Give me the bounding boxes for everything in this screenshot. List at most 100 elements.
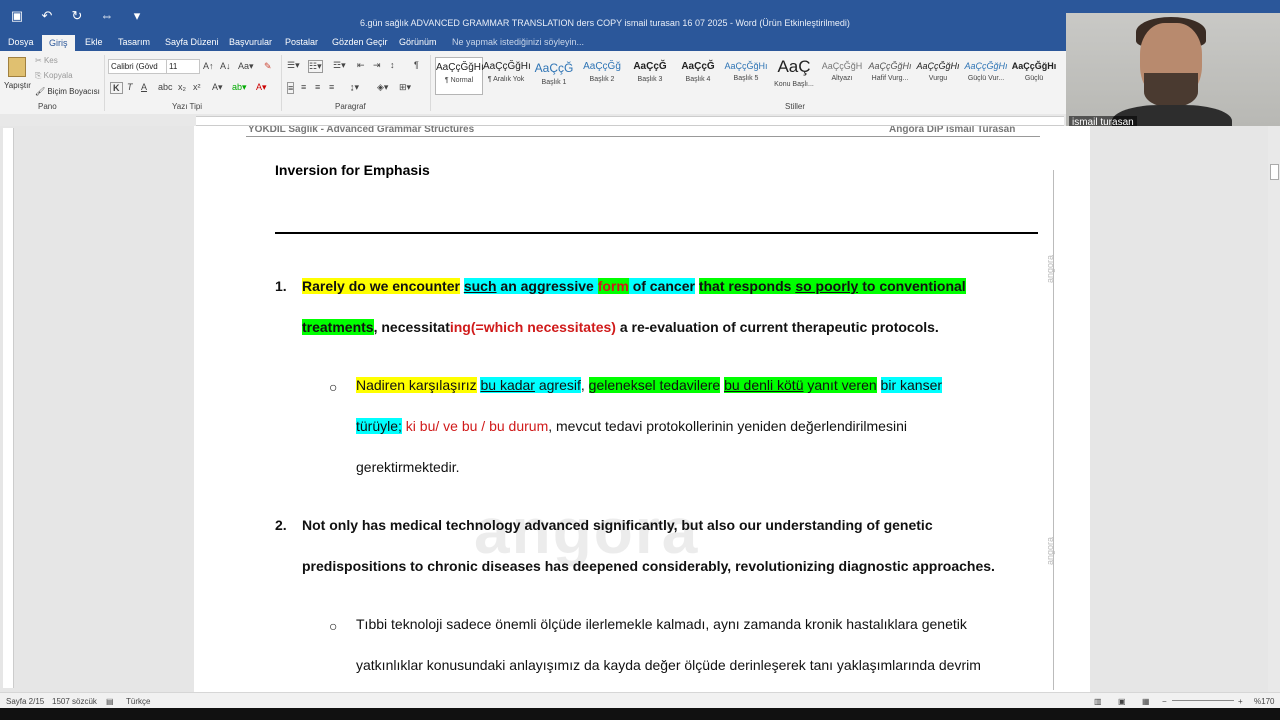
status-bar: Sayfa 2/15 1507 sözcük ▤ Türkçe ▥ ▣ ▦ − … [0, 692, 1280, 709]
quick-access-toolbar: ▣ ↶ ↻ ⇔ ▾ [8, 8, 146, 24]
justify-icon[interactable]: ≡ [329, 82, 334, 92]
change-case-icon[interactable]: Aa▾ [238, 61, 254, 72]
person-beard [1144, 73, 1198, 107]
redo-icon[interactable]: ↻ [68, 8, 86, 24]
style-subtitle[interactable]: AaÇçĞğH Altyazı [819, 57, 865, 93]
style-emphasis[interactable]: AaÇçĞğHı Vurgu [915, 57, 961, 93]
font-size-box[interactable]: 11 [166, 59, 200, 74]
bullet-circle-icon: ○ [329, 618, 338, 634]
sentence-line: Rarely do we encounter such an aggressiv… [302, 278, 966, 294]
group-label-paragraph: Paragraf [335, 102, 366, 111]
strikethrough-icon[interactable]: abc [158, 82, 173, 92]
vertical-scrollbar[interactable] [1268, 126, 1280, 692]
font-name-box[interactable]: Calibri (Gövd [108, 59, 168, 74]
separator [104, 55, 105, 111]
section-title: Inversion for Emphasis [275, 162, 430, 178]
tab-file[interactable]: Dosya [8, 37, 34, 47]
clipboard-icon [8, 57, 26, 77]
web-layout-icon[interactable]: ▦ [1142, 697, 1150, 706]
style-intense-emphasis[interactable]: AaÇçĞğHı Güçlü Vur... [963, 57, 1009, 93]
zoom-level[interactable]: %170 [1254, 697, 1274, 706]
group-label-clipboard: Pano [38, 102, 57, 111]
style-no-spacing[interactable]: AaÇçĞğHı ¶ Aralık Yok [483, 57, 531, 93]
style-heading-5[interactable]: AaÇçĞğHı Başlık 5 [723, 57, 769, 93]
cut-button[interactable]: ✂ Kes [35, 56, 58, 65]
tab-view[interactable]: Görünüm [399, 37, 437, 47]
copy-button[interactable]: ⎘ Kopyala [35, 71, 73, 81]
subscript-icon[interactable]: x₂ [178, 82, 186, 92]
save-icon[interactable]: ▣ [8, 8, 26, 24]
word-count[interactable]: 1507 sözcük [52, 697, 97, 706]
format-painter-button[interactable]: 🖌 Biçim Boyacısı [35, 87, 100, 96]
zoom-out-icon[interactable]: − [1162, 697, 1167, 706]
style-heading-3[interactable]: AaÇçĞ Başlık 3 [627, 57, 673, 93]
touch-mode-icon[interactable]: ⇔ [98, 8, 116, 24]
superscript-icon[interactable]: x² [193, 82, 201, 92]
font-color-icon[interactable]: A▾ [256, 82, 267, 93]
shrink-font-icon[interactable]: A↓ [220, 61, 231, 71]
scrollbar-thumb[interactable] [1270, 164, 1279, 180]
tab-mailings[interactable]: Postalar [285, 37, 318, 47]
sentence-line: Not only has medical technology advanced… [302, 517, 933, 533]
align-right-icon[interactable]: ≡ [315, 82, 320, 92]
grow-font-icon[interactable]: A↑ [203, 61, 214, 71]
highlight-icon[interactable]: ab▾ [232, 82, 247, 93]
underline-button[interactable]: A [141, 82, 147, 92]
style-normal[interactable]: AaÇçĞğHı ¶ Normal [435, 57, 484, 95]
style-title[interactable]: AaÇ Konu Başlı... [771, 57, 817, 93]
separator [281, 55, 282, 111]
paste-button[interactable]: Yapıştır [4, 57, 31, 90]
read-mode-icon[interactable]: ▥ [1094, 697, 1102, 706]
decrease-indent-icon[interactable]: ⇤ [357, 60, 365, 71]
tab-home[interactable]: Giriş [42, 35, 75, 51]
style-heading-4[interactable]: AaÇçĞ Başlık 4 [675, 57, 721, 93]
text-effects-icon[interactable]: A▾ [212, 82, 223, 93]
sentence-line: treatments, necessitating(=which necessi… [302, 319, 939, 335]
list-number: 2. [275, 517, 287, 533]
line-spacing-icon[interactable]: ↨▾ [350, 82, 359, 93]
borders-icon[interactable]: ⊞▾ [399, 82, 411, 93]
sentence-line: predispositions to chronic diseases has … [302, 558, 995, 574]
align-center-icon[interactable]: ≡ [301, 82, 306, 92]
numbering-icon[interactable]: ☷▾ [308, 60, 323, 73]
header-divider [246, 136, 1040, 137]
vertical-ruler[interactable] [3, 128, 14, 688]
proofing-icon[interactable]: ▤ [106, 697, 114, 706]
translation-line: türüyle; ki bu/ ve bu / bu durum, mevcut… [356, 418, 907, 434]
clear-formatting-icon[interactable]: ✎ [264, 61, 272, 72]
italic-button[interactable]: T [127, 82, 133, 92]
tab-references[interactable]: Başvurular [229, 37, 272, 47]
zoom-in-icon[interactable]: + [1238, 697, 1243, 706]
bullets-icon[interactable]: ☰▾ [287, 60, 300, 71]
tab-design[interactable]: Tasarım [118, 37, 150, 47]
ribbon-tabs: Dosya Giriş Ekle Tasarım Sayfa Düzeni Ba… [0, 35, 1070, 51]
style-subtle-emphasis[interactable]: AaÇçĞğHı Hafif Vurg... [867, 57, 913, 93]
shading-icon[interactable]: ◈▾ [377, 82, 388, 93]
undo-icon[interactable]: ↶ [38, 8, 56, 24]
tell-me-search[interactable]: Ne yapmak istediğinizi söyleyin... [452, 37, 584, 47]
style-heading-2[interactable]: AaÇçĞğ Başlık 2 [579, 57, 625, 93]
window-title: 6.gün sağlık ADVANCED GRAMMAR TRANSLATIO… [360, 18, 850, 28]
tab-review[interactable]: Gözden Geçir [332, 37, 388, 47]
tab-insert[interactable]: Ekle [85, 37, 103, 47]
ruler-track [196, 116, 1064, 126]
show-marks-icon[interactable]: ¶ [414, 60, 419, 70]
tab-layout[interactable]: Sayfa Düzeni [165, 37, 219, 47]
bullet-circle-icon: ○ [329, 379, 338, 395]
align-left-icon[interactable]: ≡ [287, 82, 295, 94]
increase-indent-icon[interactable]: ⇥ [373, 60, 381, 71]
translation-line: yatkınlıklar konusundaki anlayışımız da … [356, 657, 981, 673]
language-indicator[interactable]: Türkçe [126, 697, 150, 706]
ribbon: Yapıştır ✂ Kes ⎘ Kopyala 🖌 Biçim Boyacıs… [0, 51, 1070, 115]
multilevel-list-icon[interactable]: ☲▾ [333, 60, 346, 71]
style-strong[interactable]: AaÇçĞğHı Güçlü [1011, 57, 1057, 93]
zoom-slider[interactable] [1172, 700, 1234, 701]
print-layout-icon[interactable]: ▣ [1118, 697, 1126, 706]
page-count[interactable]: Sayfa 2/15 [6, 697, 44, 706]
bold-button[interactable]: K [110, 82, 123, 94]
style-heading-1[interactable]: AaÇçĞ Başlık 1 [531, 57, 577, 93]
translation-line: Nadiren karşılaşırız bu kadar agresif, g… [356, 377, 943, 393]
document-page[interactable]: YÖKDİL Sağlık - Advanced Grammar Structu… [194, 126, 1090, 692]
customize-qat-icon[interactable]: ▾ [128, 8, 146, 24]
sort-icon[interactable]: ↕ [390, 60, 395, 70]
